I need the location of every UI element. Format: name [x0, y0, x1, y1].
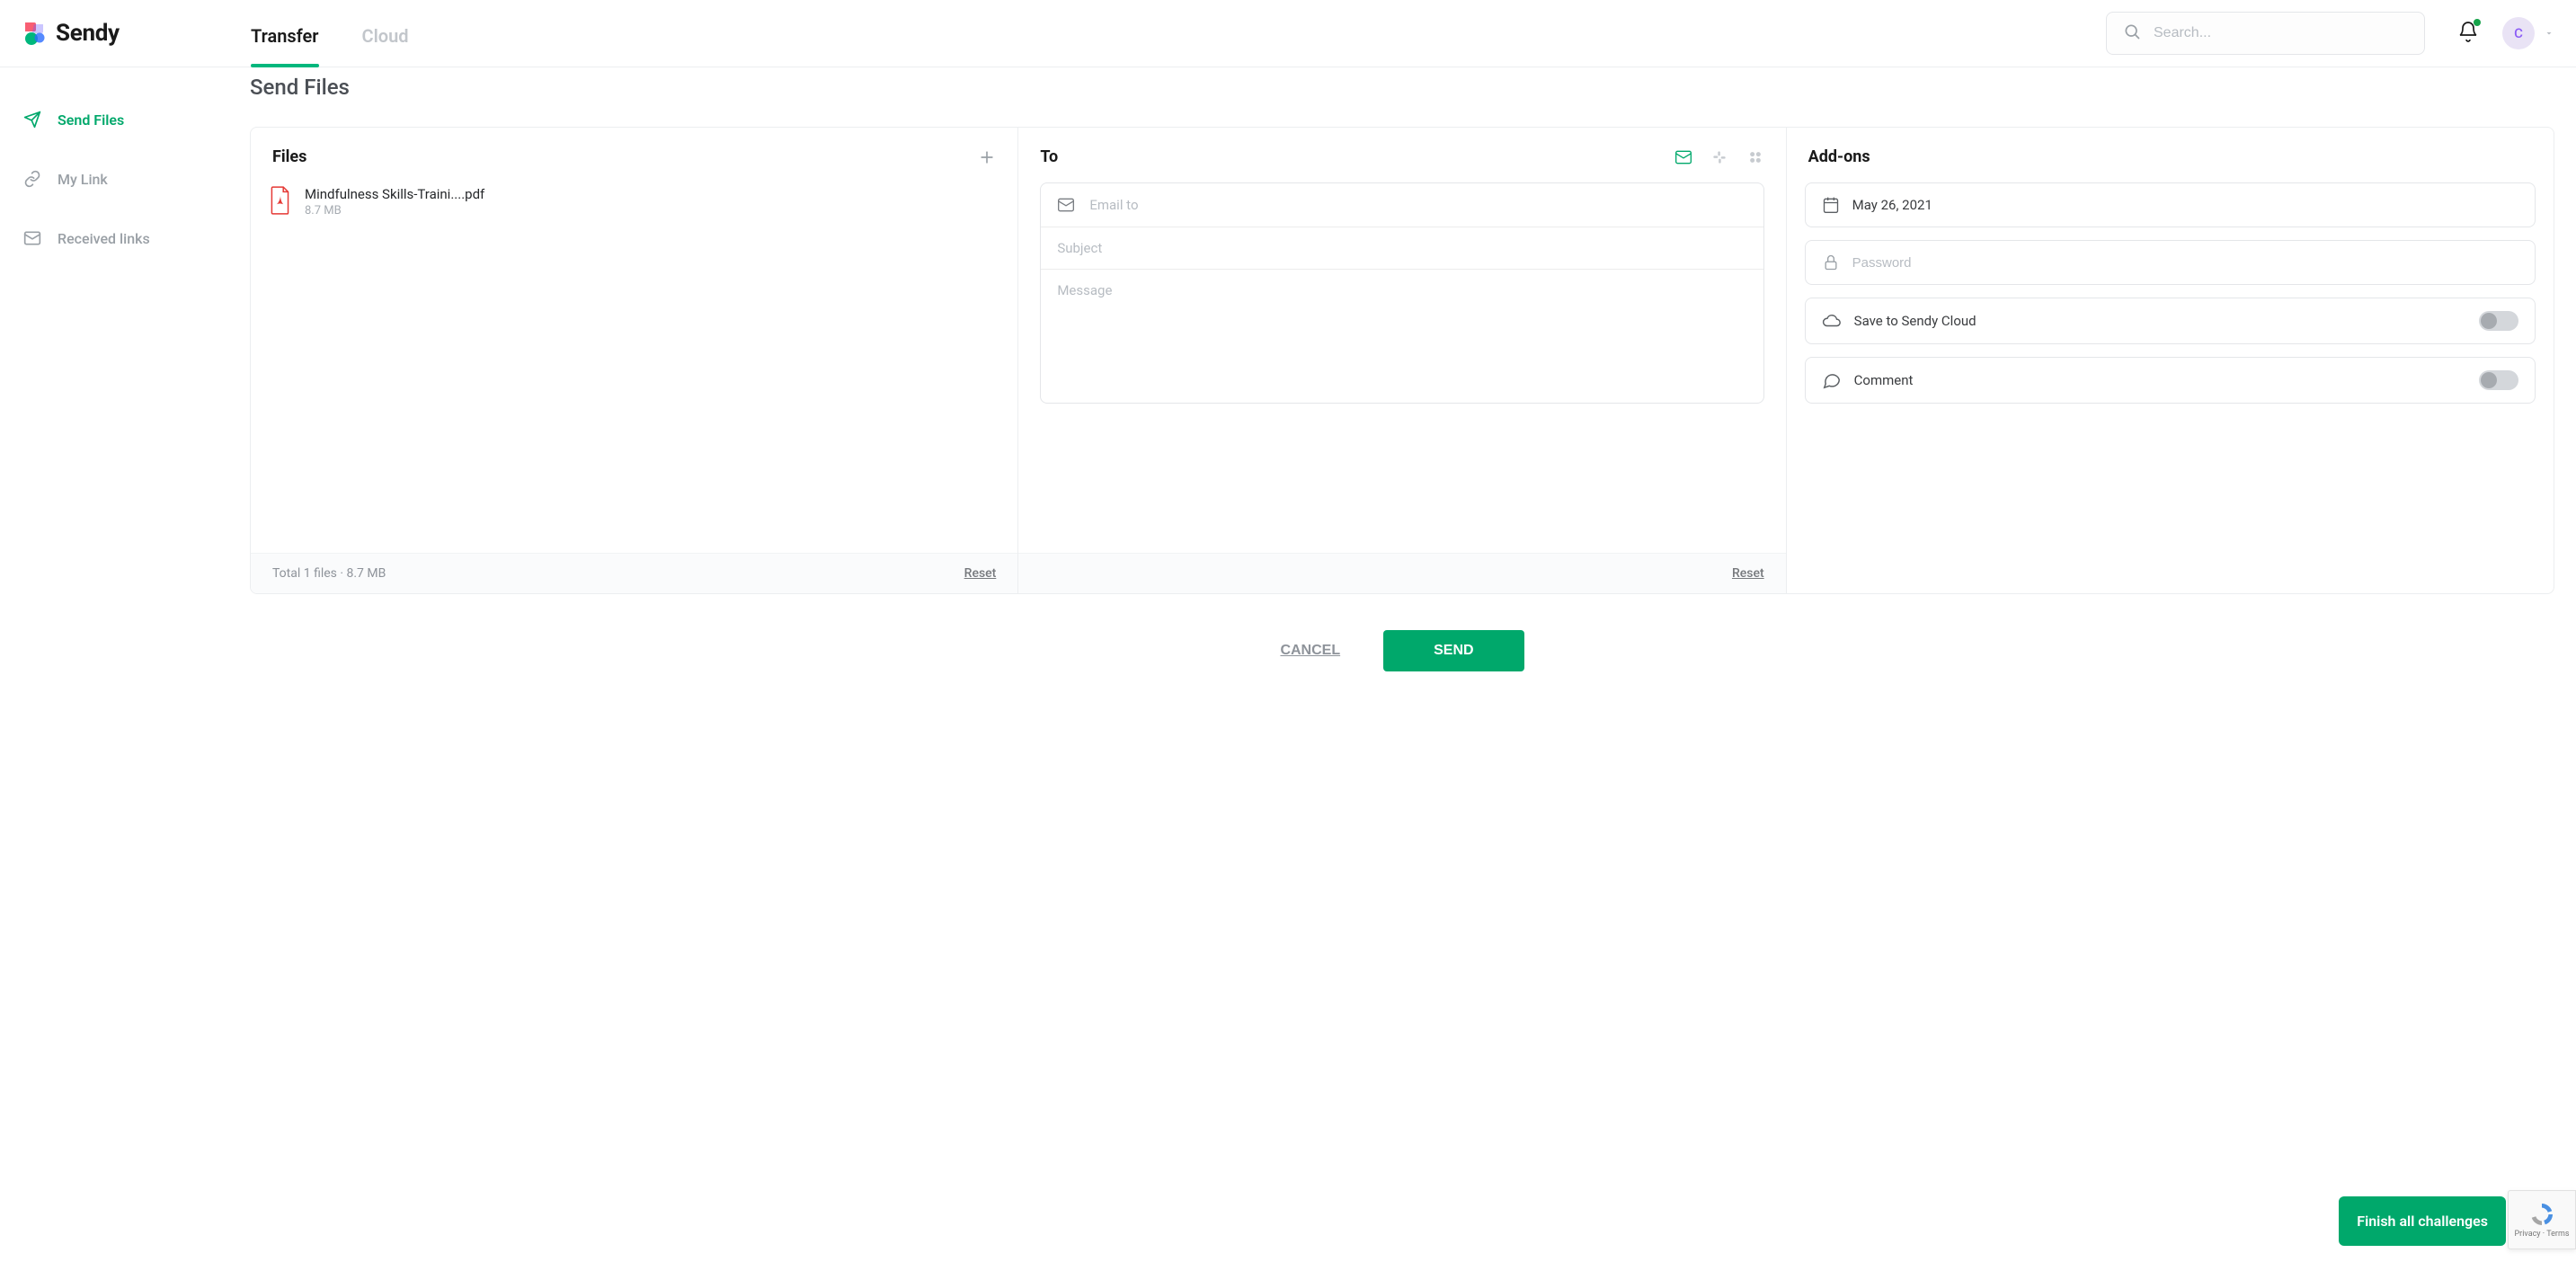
inbox-icon: [23, 229, 41, 247]
sidebar-item-label: Send Files: [58, 111, 124, 129]
tab-transfer[interactable]: Transfer: [251, 25, 319, 67]
email-channel-button[interactable]: [1674, 148, 1692, 166]
caret-down-icon: [2544, 25, 2554, 42]
email-to-input[interactable]: [1089, 197, 1746, 213]
logo[interactable]: Sendy: [22, 20, 251, 47]
password-input[interactable]: [1852, 255, 2518, 271]
search-icon: [2123, 22, 2141, 44]
addon-expiry-date[interactable]: May 26, 2021: [1805, 182, 2536, 227]
slack-channel-button[interactable]: [1710, 148, 1728, 166]
addon-cloud-label: Save to Sendy Cloud: [1854, 313, 2466, 329]
sidebar-item-label: My Link: [58, 171, 108, 188]
sidebar-item-my-link[interactable]: My Link: [22, 159, 223, 199]
action-row: CANCEL SEND: [250, 630, 2554, 671]
recaptcha-terms[interactable]: Terms: [2546, 1230, 2569, 1239]
logo-text: Sendy: [56, 20, 120, 47]
lock-icon: [1822, 253, 1840, 271]
slack-icon: [1710, 148, 1728, 166]
cancel-button[interactable]: CANCEL: [1280, 630, 1340, 671]
notification-dot: [2474, 19, 2481, 26]
user-menu[interactable]: C: [2502, 17, 2554, 49]
search-input[interactable]: [2154, 25, 2408, 41]
addon-comment: Comment: [1805, 357, 2536, 404]
recaptcha-badge[interactable]: Privacy · Terms: [2508, 1190, 2576, 1249]
comment-icon: [1822, 370, 1842, 390]
addon-save-cloud: Save to Sendy Cloud: [1805, 298, 2536, 344]
comment-toggle[interactable]: [2479, 370, 2518, 390]
sidebar-item-received-links[interactable]: Received links: [22, 218, 223, 258]
addons-header: Add-ons: [1808, 147, 1870, 166]
team-channel-button[interactable]: [1746, 148, 1764, 166]
top-bar: Sendy Transfer Cloud C: [0, 0, 2576, 67]
send-icon: [23, 111, 41, 129]
file-name: Mindfulness Skills-Traini....pdf: [305, 186, 484, 202]
addon-password[interactable]: [1805, 240, 2536, 285]
main-content: Send Files Files: [234, 67, 2576, 1262]
to-panel: To: [1017, 128, 1785, 593]
people-icon: [1746, 148, 1764, 166]
recaptcha-icon: [2528, 1201, 2555, 1228]
sidebar-item-send-files[interactable]: Send Files: [22, 100, 223, 139]
logo-icon: [22, 21, 47, 46]
nav-tabs: Transfer Cloud: [251, 0, 409, 67]
files-reset-link[interactable]: Reset: [964, 566, 997, 581]
to-header: To: [1040, 147, 1058, 166]
notifications-button[interactable]: [2457, 21, 2479, 46]
files-summary: Total 1 files · 8.7 MB: [272, 566, 386, 581]
mail-icon: [1674, 148, 1692, 166]
file-size: 8.7 MB: [305, 204, 484, 218]
to-fields: [1040, 182, 1763, 404]
message-input[interactable]: [1057, 282, 1746, 390]
cloud-icon: [1822, 311, 1842, 331]
files-header: Files: [272, 147, 306, 166]
addon-date-value: May 26, 2021: [1852, 197, 2518, 213]
save-cloud-toggle[interactable]: [2479, 311, 2518, 331]
sidebar: Send Files My Link Received links: [0, 67, 234, 1262]
finish-challenges-button[interactable]: Finish all challenges: [2339, 1196, 2506, 1246]
addons-panel: Add-ons May 26, 2021: [1786, 128, 2554, 593]
mail-icon: [1057, 196, 1075, 214]
to-reset-link[interactable]: Reset: [1732, 566, 1764, 581]
link-icon: [23, 170, 41, 188]
recaptcha-privacy[interactable]: Privacy: [2514, 1230, 2540, 1239]
add-file-button[interactable]: [978, 148, 996, 166]
sidebar-item-label: Received links: [58, 230, 150, 247]
file-item[interactable]: Mindfulness Skills-Traini....pdf 8.7 MB: [269, 182, 999, 221]
plus-icon: [978, 148, 996, 166]
files-panel: Files: [251, 128, 1017, 593]
search-box[interactable]: [2106, 12, 2425, 55]
addon-comment-label: Comment: [1854, 372, 2466, 388]
calendar-icon: [1822, 196, 1840, 214]
tab-cloud[interactable]: Cloud: [362, 25, 409, 67]
send-panels: Files: [250, 127, 2554, 594]
send-button[interactable]: SEND: [1383, 630, 1523, 671]
avatar: C: [2502, 17, 2535, 49]
page-title: Send Files: [250, 75, 2554, 100]
subject-input[interactable]: [1057, 240, 1746, 256]
pdf-icon: [269, 186, 292, 215]
